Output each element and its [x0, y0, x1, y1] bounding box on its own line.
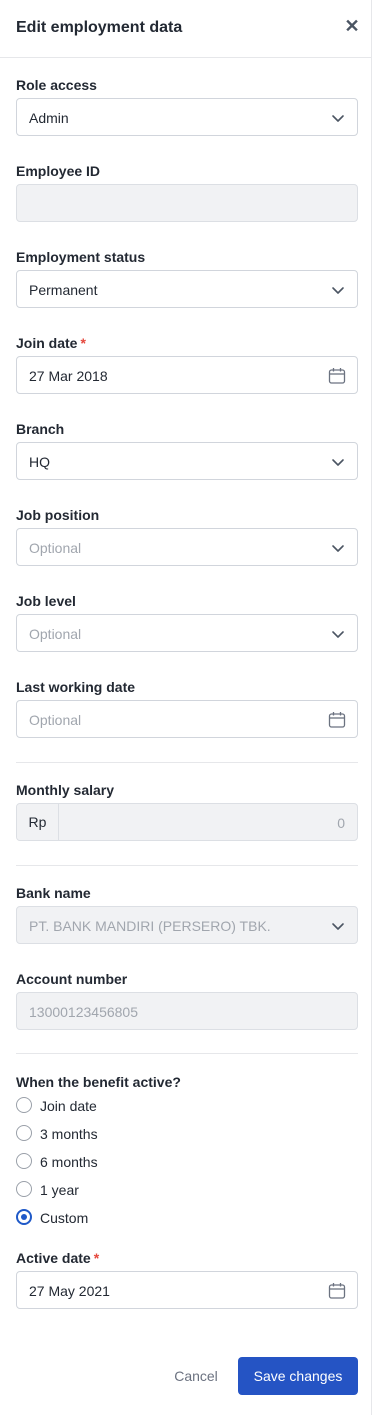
radio-circle[interactable]	[16, 1125, 32, 1141]
benefit-active-label: When the benefit active?	[16, 1074, 181, 1090]
join-date-picker[interactable]: 27 Mar 2018	[16, 356, 358, 394]
radio-label: 3 months	[40, 1126, 98, 1142]
radio-circle[interactable]	[16, 1181, 32, 1197]
last-working-date-placeholder: Optional	[29, 712, 82, 728]
calendar-icon[interactable]	[328, 1282, 346, 1300]
radio-circle-selected[interactable]	[16, 1209, 32, 1225]
employment-status-value: Permanent	[29, 282, 98, 298]
section-divider	[16, 1053, 358, 1054]
bank-name-select: PT. BANK MANDIRI (PERSERO) TBK.	[16, 906, 358, 944]
calendar-icon[interactable]	[328, 367, 346, 385]
close-icon[interactable]: ✕	[340, 14, 364, 38]
bank-name-value: PT. BANK MANDIRI (PERSERO) TBK.	[29, 918, 271, 934]
radio-label: 1 year	[40, 1182, 79, 1198]
last-working-date-picker[interactable]: Optional	[16, 700, 358, 738]
chevron-down-icon	[332, 287, 344, 294]
edit-employment-panel: Edit employment data ✕ Role access Admin…	[0, 0, 372, 1415]
join-date-value: 27 Mar 2018	[29, 368, 108, 384]
job-level-select[interactable]: Optional	[16, 614, 358, 652]
chevron-down-icon	[332, 459, 344, 466]
active-date-label: Active date *	[16, 1250, 99, 1266]
required-mark: *	[93, 1250, 100, 1266]
monthly-salary-value: 0	[337, 815, 345, 831]
radio-label: 6 months	[40, 1154, 98, 1170]
employee-id-label: Employee ID	[16, 163, 101, 179]
panel-title: Edit employment data	[16, 19, 183, 36]
role-access-select[interactable]: Admin	[16, 98, 358, 136]
role-access-label: Role access	[16, 77, 97, 93]
branch-label: Branch	[16, 421, 65, 437]
account-number-label: Account number	[16, 971, 128, 987]
join-date-label-text: Join date	[16, 335, 78, 351]
active-date-value: 27 May 2021	[29, 1283, 110, 1299]
radio-label: Custom	[40, 1210, 89, 1226]
radio-label: Join date	[40, 1098, 97, 1114]
last-working-date-label: Last working date	[16, 679, 136, 695]
section-divider	[16, 865, 358, 866]
employee-id-field	[16, 184, 358, 222]
role-access-value: Admin	[29, 110, 69, 126]
monthly-salary-label: Monthly salary	[16, 782, 115, 798]
job-position-select[interactable]: Optional	[16, 528, 358, 566]
active-date-label-text: Active date	[16, 1250, 91, 1266]
branch-value: HQ	[29, 454, 50, 470]
branch-select[interactable]: HQ	[16, 442, 358, 480]
radio-circle[interactable]	[16, 1153, 32, 1169]
account-number-value: 13000123456805	[29, 1004, 139, 1020]
join-date-label: Join date *	[16, 335, 86, 351]
job-level-label: Job level	[16, 593, 76, 609]
employment-status-label: Employment status	[16, 249, 146, 265]
section-divider	[16, 762, 358, 763]
job-position-placeholder: Optional	[29, 540, 82, 556]
bank-name-label: Bank name	[16, 885, 91, 901]
chevron-down-icon	[332, 115, 344, 122]
currency-prefix: Rp	[17, 804, 59, 840]
cancel-button[interactable]: Cancel	[160, 1357, 232, 1395]
chevron-down-icon	[332, 923, 344, 930]
required-mark: *	[80, 335, 86, 351]
active-date-picker[interactable]: 27 May 2021	[16, 1271, 358, 1309]
panel-header: Edit employment data ✕	[0, 0, 372, 58]
monthly-salary-field: Rp 0	[16, 803, 358, 841]
chevron-down-icon	[332, 631, 344, 638]
employment-status-select[interactable]: Permanent	[16, 270, 358, 308]
job-position-label: Job position	[16, 507, 100, 523]
calendar-icon[interactable]	[328, 711, 346, 729]
save-changes-button[interactable]: Save changes	[238, 1357, 358, 1395]
account-number-field: 13000123456805	[16, 992, 358, 1030]
job-level-placeholder: Optional	[29, 626, 82, 642]
chevron-down-icon	[332, 545, 344, 552]
radio-circle[interactable]	[16, 1097, 32, 1113]
